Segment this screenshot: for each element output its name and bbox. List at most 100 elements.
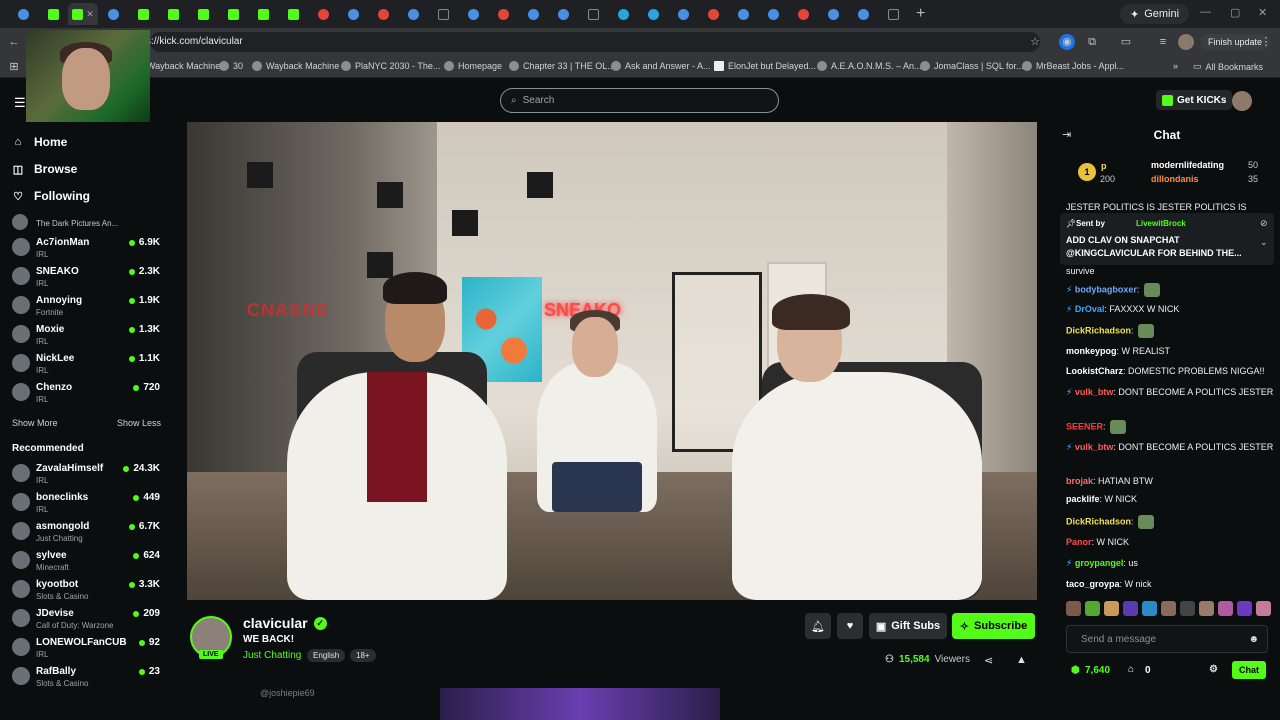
chat-username[interactable]: Panor — [1066, 537, 1092, 547]
browser-tab[interactable] — [338, 3, 368, 25]
video-player[interactable]: CNASNE SNEAKO — [187, 122, 1037, 600]
stream-category-link[interactable]: Just Chatting — [243, 650, 301, 661]
bookmark-item[interactable]: JomaClass | SQL for... — [920, 61, 1024, 71]
browser-tab[interactable] — [548, 3, 578, 25]
recommended-channel[interactable]: sylvee Minecraft 624 — [12, 548, 160, 576]
hamburger-menu-icon[interactable]: ☰ — [14, 95, 26, 111]
browser-tab[interactable] — [788, 3, 818, 25]
browser-tab[interactable] — [158, 3, 188, 25]
gemini-button[interactable]: ✦ Gemini — [1120, 4, 1190, 24]
chat-username[interactable]: monkeypog — [1066, 346, 1117, 356]
following-channel[interactable]: The Dark Pictures An... — [12, 214, 160, 232]
gift-subs-button[interactable]: ▣ Gift Subs — [869, 613, 947, 639]
search-input[interactable]: ⌕ Search — [500, 88, 779, 113]
emote-icon[interactable] — [1237, 601, 1252, 616]
extension-icon[interactable]: ◉ — [1059, 34, 1075, 50]
notification-bell-button[interactable]: 🔔︎ — [805, 613, 831, 639]
chevron-down-icon[interactable]: ⌄ — [1260, 237, 1268, 248]
bookmark-item[interactable]: Ask and Answer - A... — [611, 61, 711, 71]
video-thumbnail[interactable] — [440, 688, 720, 720]
browser-tab[interactable] — [818, 3, 848, 25]
tab-close-icon[interactable]: ✕ — [86, 9, 94, 20]
nav-following[interactable]: ♡ Following — [12, 189, 90, 203]
chat-username[interactable]: vulk_btw — [1075, 387, 1114, 397]
browser-tab[interactable] — [38, 3, 68, 25]
browser-tab[interactable] — [428, 3, 458, 25]
emote-icon[interactable] — [1085, 601, 1100, 616]
browser-tab[interactable] — [638, 3, 668, 25]
browser-tab[interactable] — [728, 3, 758, 25]
browser-tab[interactable] — [368, 3, 398, 25]
all-bookmarks-button[interactable]: ▭ All Bookmarks — [1193, 61, 1263, 72]
recommended-channel[interactable]: asmongold Just Chatting 6.7K — [12, 519, 160, 547]
emoji-picker-icon[interactable]: ☻ — [1248, 626, 1259, 654]
browser-tab[interactable] — [608, 3, 638, 25]
browser-tab[interactable] — [188, 3, 218, 25]
browser-tab[interactable] — [518, 3, 548, 25]
following-channel[interactable]: Annoying Fortnite 1.9K — [12, 293, 160, 321]
stream-tag-age[interactable]: 18+ — [350, 649, 376, 662]
browser-tab[interactable] — [848, 3, 878, 25]
browser-tab[interactable] — [698, 3, 728, 25]
browser-tab[interactable] — [488, 3, 518, 25]
new-tab-button[interactable]: + — [916, 5, 925, 23]
chat-username[interactable]: DickRichadson — [1066, 325, 1131, 335]
chat-username[interactable]: taco_groypa — [1066, 579, 1120, 589]
browser-tab[interactable] — [398, 3, 428, 25]
bookmark-item[interactable]: A.E.A.O.N.M.S. – An... — [817, 61, 922, 71]
show-less-button[interactable]: Show Less — [117, 418, 161, 428]
recommended-channel[interactable]: JDevise Call of Duty: Warzone 209 — [12, 606, 160, 634]
browser-menu-icon[interactable]: ⋮ — [1258, 34, 1274, 50]
channel-name[interactable]: clavicular — [243, 615, 308, 631]
emote-icon[interactable] — [1218, 601, 1233, 616]
pinned-message[interactable]: 📌︎ Sent by LivewitBrock ⊘ ADD CLAV ON SN… — [1060, 213, 1274, 265]
browser-tab[interactable] — [218, 3, 248, 25]
follow-heart-button[interactable]: ♥ — [837, 613, 863, 639]
emote-icon[interactable] — [1142, 601, 1157, 616]
cast-icon[interactable]: ▭ — [1118, 34, 1134, 50]
browser-tab[interactable] — [308, 3, 338, 25]
share-icon[interactable]: ⋖ — [984, 654, 993, 667]
chat-username[interactable]: DrOval — [1075, 304, 1105, 314]
pinned-sender[interactable]: LivewitBrock — [1136, 219, 1186, 228]
following-channel[interactable]: Ac7ionMan IRL 6.9K — [12, 235, 160, 263]
bookmark-item[interactable]: Wayback Machine — [147, 61, 220, 71]
browser-tab[interactable] — [98, 3, 128, 25]
unpin-icon[interactable]: ⊘ — [1260, 218, 1268, 229]
channel-points-value[interactable]: 0 — [1145, 665, 1151, 676]
browser-tab-active[interactable]: ✕ — [68, 3, 98, 25]
minimize-icon[interactable]: — — [1200, 6, 1211, 18]
browser-tab[interactable] — [248, 3, 278, 25]
emote-icon[interactable] — [1104, 601, 1119, 616]
reading-list-icon[interactable]: ≡ — [1155, 34, 1171, 50]
browser-tab[interactable] — [128, 3, 158, 25]
chat-settings-gear-icon[interactable]: ⚙ — [1209, 664, 1218, 675]
following-channel[interactable]: Moxie IRL 1.3K — [12, 322, 160, 350]
apps-grid-icon[interactable]: ⊞ — [6, 59, 22, 75]
browser-tab[interactable] — [878, 3, 908, 25]
leader-user[interactable]: dillondanis — [1151, 174, 1199, 184]
extensions-puzzle-icon[interactable]: ⧉ — [1084, 34, 1100, 50]
leader-user[interactable]: p — [1101, 161, 1107, 171]
chat-username[interactable]: brojak — [1066, 476, 1093, 486]
emote-icon[interactable] — [1066, 601, 1081, 616]
show-more-button[interactable]: Show More — [12, 418, 58, 428]
bookmark-item[interactable]: ElonJet but Delayed... — [714, 61, 816, 71]
nav-home[interactable]: ⌂ Home — [12, 135, 68, 149]
recommended-channel[interactable]: kyootbot Slots & Casino 3.3K — [12, 577, 160, 605]
bookmark-item[interactable]: Chapter 33 | THE OL... — [509, 61, 615, 71]
bookmark-item[interactable]: MrBeast Jobs - Appl... — [1022, 61, 1124, 71]
browser-tab[interactable] — [758, 3, 788, 25]
maximize-icon[interactable]: ▢ — [1230, 6, 1240, 19]
profile-avatar[interactable] — [1178, 34, 1194, 50]
emote-icon[interactable] — [1180, 601, 1195, 616]
emote-icon[interactable] — [1199, 601, 1214, 616]
emote-icon[interactable] — [1161, 601, 1176, 616]
user-avatar[interactable] — [1232, 91, 1252, 111]
browser-tab[interactable] — [278, 3, 308, 25]
following-channel[interactable]: SNEAKO IRL 2.3K — [12, 264, 160, 292]
chat-username[interactable]: LookistCharz — [1066, 366, 1123, 376]
recommended-channel[interactable]: RafBally Slots & Casino 23 — [12, 664, 160, 692]
recommended-channel[interactable]: boneclinks IRL 449 — [12, 490, 160, 518]
chat-username[interactable]: DickRichadson — [1066, 516, 1131, 526]
